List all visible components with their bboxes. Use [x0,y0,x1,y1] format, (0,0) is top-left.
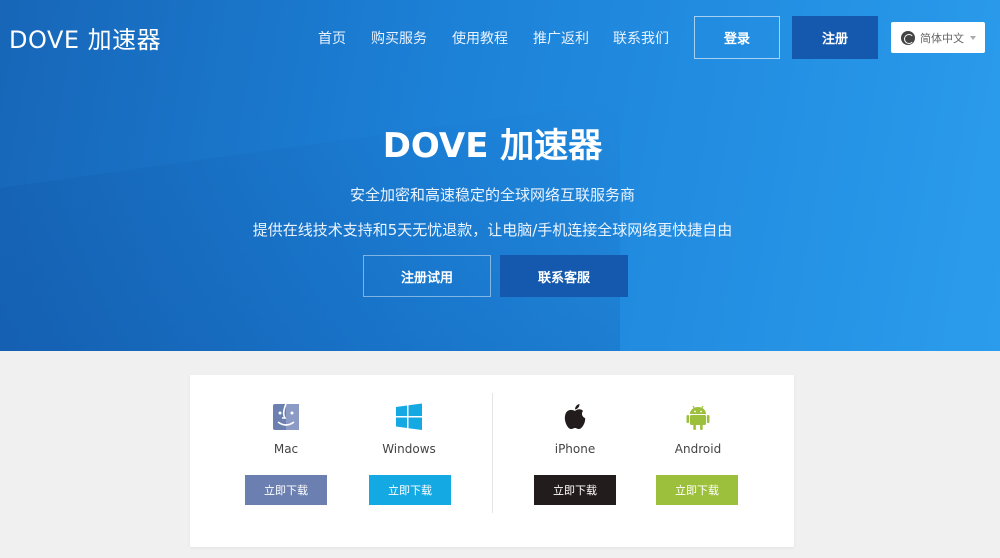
card-divider [492,393,493,513]
login-button[interactable]: 登录 [694,16,780,59]
support-button[interactable]: 联系客服 [500,255,628,297]
language-icon [901,30,915,45]
nav-home[interactable]: 首页 [318,28,346,48]
download-android-button[interactable]: 立即下载 [656,475,738,505]
platform-name: iPhone [554,442,596,456]
platform-name: Windows [382,442,436,456]
nav-tutorial[interactable]: 使用教程 [452,28,508,48]
apple-icon [530,403,620,433]
nav-purchase[interactable]: 购买服务 [371,28,427,48]
android-icon [653,403,743,433]
windows-icon [364,403,454,433]
download-iphone-button[interactable]: 立即下载 [534,475,616,505]
hero-description: 提供在线技术支持和5天无忧退款，让电脑/手机连接全球网络更快捷自由 [252,221,733,239]
download-mac-button[interactable]: 立即下载 [245,475,327,505]
hero-subtitle: 安全加密和高速稳定的全球网络互联服务商 [349,186,635,204]
nav-affiliate[interactable]: 推广返利 [533,28,589,48]
platform-name: Android [674,442,722,456]
language-selector[interactable]: 简体中文 [891,22,985,53]
site-logo[interactable]: DOVE 加速器 [9,20,161,55]
download-windows-button[interactable]: 立即下载 [369,475,451,505]
register-button[interactable]: 注册 [792,16,878,59]
trial-button[interactable]: 注册试用 [363,255,491,297]
platform-name: Mac [273,442,299,456]
hero-title: DOVE 加速器 [382,126,603,166]
chevron-down-icon [970,35,976,40]
download-card: Mac 立即下载 Windows 立即下载 iPhone 立即下载 Androi… [190,375,794,547]
nav-contact[interactable]: 联系我们 [613,28,669,48]
language-label: 简体中文 [920,31,964,45]
finder-icon [241,403,331,433]
